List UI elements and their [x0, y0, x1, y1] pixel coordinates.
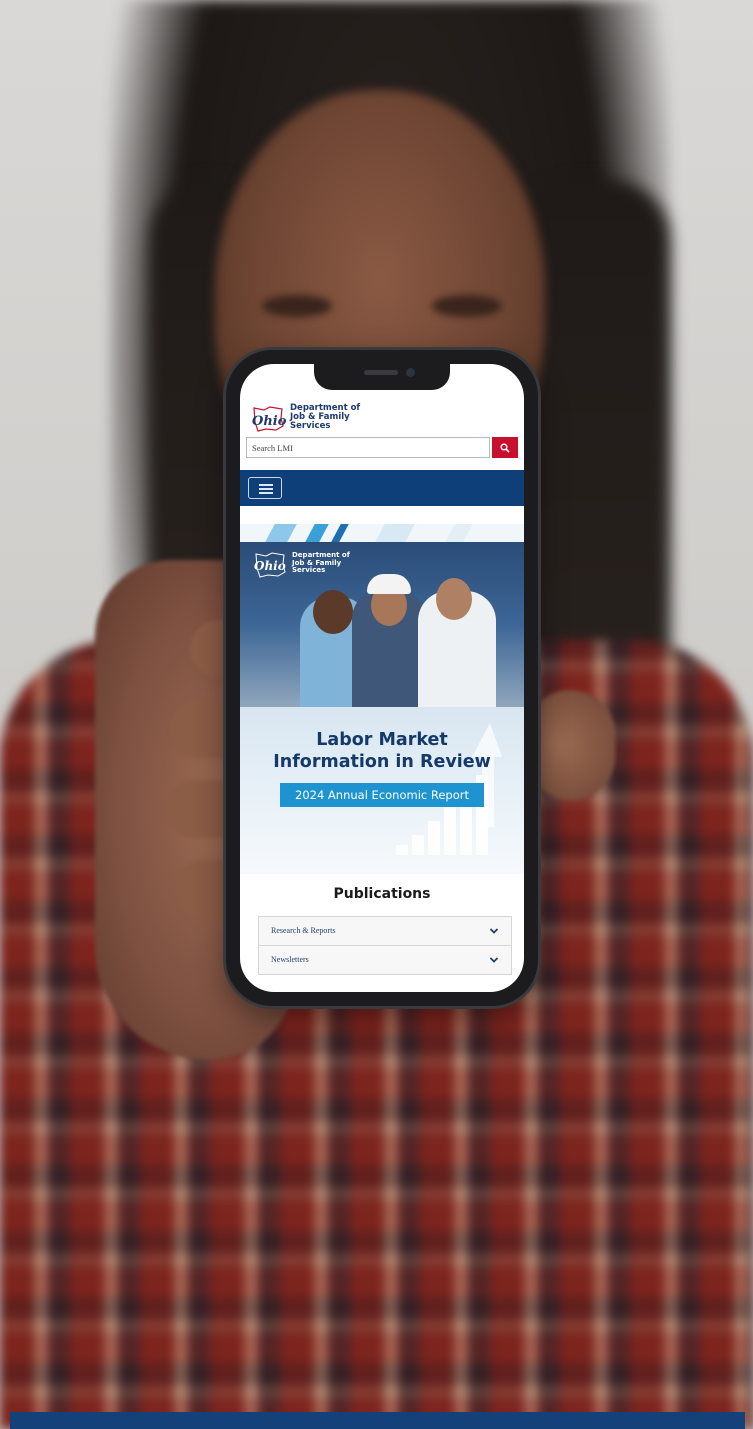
report-badge[interactable]: 2024 Annual Economic Report [280, 783, 484, 807]
logo-word: Ohio [252, 414, 286, 429]
search-button[interactable] [492, 437, 518, 458]
publications-accordion: Research & Reports Newsletters [258, 916, 512, 975]
hamburger-menu-icon [259, 488, 273, 490]
decorative-stripes [240, 524, 524, 542]
accordion-item-label: Research & Reports [271, 926, 336, 935]
chevron-down-icon [489, 957, 499, 963]
department-name: Department of Job & Family Services [290, 404, 410, 431]
stripe [445, 524, 473, 542]
eye-left [262, 295, 332, 317]
publications-heading: Publications [333, 886, 431, 902]
department-name-line: Services [292, 566, 326, 574]
chevron-down-icon [489, 928, 499, 934]
stripe [265, 524, 297, 542]
phone-notch [314, 364, 450, 390]
stripe [331, 524, 349, 542]
photo-department-name: Department of Job & Family Services [292, 551, 362, 575]
hamburger-menu-button[interactable] [248, 477, 282, 499]
search-input[interactable] [246, 437, 490, 458]
stripe [375, 524, 415, 542]
front-camera [406, 368, 415, 377]
hamburger-menu-icon [259, 484, 273, 486]
bottom-accent-bar [10, 1412, 745, 1429]
stripe [305, 524, 329, 542]
hamburger-menu-icon [259, 492, 273, 494]
logo-word: Ohio [254, 559, 286, 573]
search-bar [246, 437, 518, 460]
hero-title-line: Labor Market [316, 730, 448, 750]
hero-title-line: Information in Review [273, 752, 491, 772]
site-header: Ohio Department of Job & Family Services [240, 400, 524, 436]
ohio-logo-icon: Ohio [254, 552, 286, 578]
person-head [436, 578, 472, 620]
person-head [313, 590, 353, 634]
accordion-item-label: Newsletters [271, 955, 309, 964]
department-name-line: Services [290, 421, 331, 431]
eye-right [432, 295, 502, 317]
main-navbar [240, 470, 524, 506]
thumb [525, 690, 615, 800]
search-icon [500, 442, 510, 453]
hero-banner[interactable]: Ohio Department of Job & Family Services [240, 524, 524, 874]
smartphone: Ohio Department of Job & Family Services [226, 350, 538, 1006]
accordion-item-newsletters[interactable]: Newsletters [259, 946, 511, 974]
hero-title: Labor Market Information in Review [240, 729, 524, 773]
hero-text-area: Labor Market Information in Review 2024 … [240, 707, 524, 874]
hard-hat-icon [367, 574, 411, 594]
hero-photo-workers: Ohio Department of Job & Family Services [240, 542, 524, 707]
ohio-logo-icon[interactable]: Ohio [250, 404, 287, 434]
accordion-item-research-reports[interactable]: Research & Reports [259, 917, 511, 946]
speaker-grille [364, 370, 398, 375]
phone-screen: Ohio Department of Job & Family Services [240, 364, 524, 992]
